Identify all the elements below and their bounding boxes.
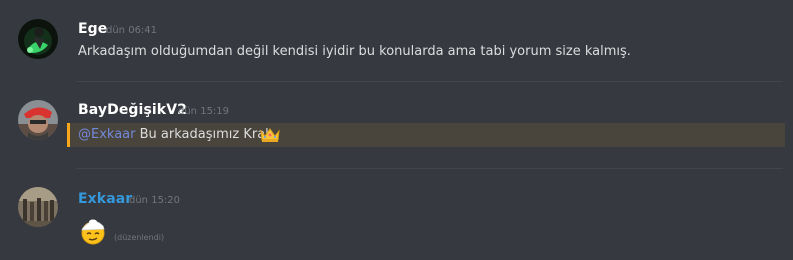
face-emoji xyxy=(78,216,108,246)
timestamp: dün 15:20 xyxy=(129,195,181,206)
author-name[interactable]: Exkaar xyxy=(78,191,132,207)
avatar-exkaar[interactable] xyxy=(18,187,58,227)
edited-label: (düzenlendi) xyxy=(114,233,165,242)
message-3: Exkaar dün 15:20 (düzenlendi) xyxy=(0,0,793,260)
